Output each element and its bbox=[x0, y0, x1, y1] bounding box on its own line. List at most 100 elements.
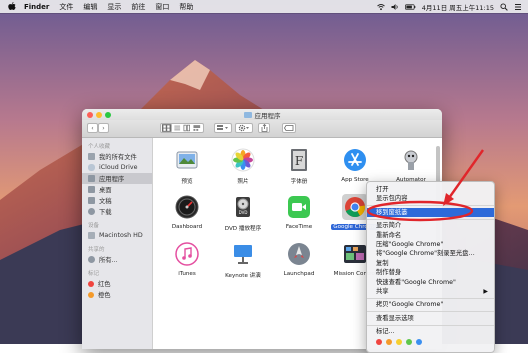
cloud-icon bbox=[88, 164, 95, 171]
dvd-player-icon: DVD bbox=[236, 197, 250, 217]
apple-menu-icon[interactable] bbox=[8, 2, 16, 11]
notification-center-icon[interactable] bbox=[514, 3, 522, 11]
chrome-icon bbox=[345, 197, 366, 218]
share-icon bbox=[261, 124, 267, 132]
applications-icon bbox=[88, 175, 95, 182]
action-dropdown[interactable] bbox=[235, 123, 253, 133]
all-files-icon bbox=[88, 153, 95, 160]
menu-bar: Finder 文件 编辑 显示 前往 窗口 帮助 4月11日 周五上午11:15 bbox=[0, 0, 528, 13]
menu-file[interactable]: 文件 bbox=[59, 2, 73, 12]
tag-color-orange[interactable] bbox=[386, 339, 392, 346]
sidebar-item-all-my-files[interactable]: 我的所有文件 bbox=[82, 151, 152, 162]
sidebar-item-tag-red[interactable]: 红色 bbox=[82, 278, 152, 289]
view-mode-segmented-control[interactable] bbox=[160, 123, 204, 133]
sidebar-item-label: 橙色 bbox=[98, 292, 111, 299]
app-label: 字体册 bbox=[290, 179, 308, 185]
tag-color-yellow[interactable] bbox=[396, 339, 402, 346]
app-item-font-book[interactable]: F 字体册 bbox=[271, 144, 327, 191]
back-button[interactable]: ‹ bbox=[87, 123, 98, 133]
spotlight-search-icon[interactable] bbox=[500, 2, 508, 11]
app-label: 预览 bbox=[181, 179, 193, 185]
window-title-text: 应用程序 bbox=[254, 112, 281, 120]
sidebar-item-tag-orange[interactable]: 橙色 bbox=[82, 289, 152, 300]
menu-help[interactable]: 帮助 bbox=[179, 2, 193, 12]
app-item-launchpad[interactable]: Launchpad bbox=[271, 238, 327, 285]
forward-button[interactable]: › bbox=[98, 123, 109, 133]
edit-tags-button[interactable] bbox=[282, 123, 296, 133]
sidebar-heading-shared: 共享的 bbox=[88, 247, 105, 253]
facetime-icon bbox=[288, 196, 310, 218]
tag-color-green[interactable] bbox=[406, 339, 412, 346]
menu-item-copy[interactable]: 拷贝"Google Chrome" bbox=[367, 300, 494, 309]
window-titlebar[interactable]: 应用程序 bbox=[82, 109, 442, 120]
mission-control-icon bbox=[344, 245, 366, 263]
sidebar-item-all-shared[interactable]: 所有... bbox=[82, 254, 152, 265]
sidebar-item-label: Macintosh HD bbox=[99, 232, 143, 239]
menu-separator bbox=[367, 205, 494, 207]
svg-text:DVD: DVD bbox=[239, 210, 248, 215]
menu-item-make-alias[interactable]: 制作替身 bbox=[367, 268, 494, 277]
tag-color-blue[interactable] bbox=[416, 339, 422, 346]
app-item-photos[interactable]: 照片 bbox=[215, 144, 271, 191]
launchpad-icon bbox=[288, 243, 310, 265]
app-item-itunes[interactable]: iTunes bbox=[159, 238, 215, 285]
menu-window[interactable]: 窗口 bbox=[155, 2, 169, 12]
photos-icon bbox=[231, 148, 255, 172]
app-item-dvd-player[interactable]: DVD DVD 播放程序 bbox=[215, 191, 271, 238]
app-item-dashboard[interactable]: Dashboard bbox=[159, 191, 215, 238]
arrange-dropdown[interactable] bbox=[214, 123, 232, 133]
wifi-icon[interactable] bbox=[376, 3, 385, 11]
menu-item-share[interactable]: 共享 ▶ bbox=[367, 287, 494, 296]
app-item-keynote[interactable]: Keynote 讲演 bbox=[215, 238, 271, 285]
menu-item-share-label: 共享 bbox=[376, 287, 389, 295]
menu-item-duplicate[interactable]: 复制 bbox=[367, 259, 494, 268]
svg-text:F: F bbox=[295, 154, 303, 168]
volume-icon[interactable] bbox=[391, 3, 399, 11]
preview-icon bbox=[176, 151, 198, 169]
sidebar-item-downloads[interactable]: 下载 bbox=[82, 206, 152, 217]
menu-item-quick-look[interactable]: 快速查看"Google Chrome" bbox=[367, 278, 494, 287]
menu-item-burn-to-disc[interactable]: 将"Google Chrome"刻录至光盘… bbox=[367, 249, 494, 258]
menu-item-show-package-contents[interactable]: 显示包内容 bbox=[367, 194, 494, 203]
sidebar-item-icloud-drive[interactable]: iCloud Drive bbox=[82, 162, 152, 173]
sidebar-item-label: 桌面 bbox=[99, 187, 112, 194]
automator-icon bbox=[404, 150, 418, 170]
share-button[interactable] bbox=[258, 123, 270, 133]
app-store-icon bbox=[344, 149, 366, 171]
status-area: 4月11日 周五上午11:15 bbox=[376, 0, 522, 13]
sidebar-item-documents[interactable]: 文稿 bbox=[82, 195, 152, 206]
menu-item-move-to-trash[interactable]: 移到废纸篓 bbox=[367, 207, 494, 218]
sidebar-item-applications[interactable]: 应用程序 bbox=[82, 173, 152, 184]
sidebar-item-label: iCloud Drive bbox=[99, 164, 138, 171]
keynote-icon bbox=[234, 245, 252, 264]
submenu-arrow-icon: ▶ bbox=[483, 287, 488, 295]
menu-item-show-view-options[interactable]: 查看显示选项 bbox=[367, 314, 494, 323]
menu-edit[interactable]: 编辑 bbox=[83, 2, 97, 12]
sidebar-item-macintosh-hd[interactable]: Macintosh HD bbox=[82, 230, 152, 241]
menubar-clock[interactable]: 4月11日 周五上午11:15 bbox=[422, 2, 494, 12]
arrange-icon bbox=[217, 124, 228, 130]
menu-item-tags[interactable]: 标记... bbox=[367, 327, 494, 336]
menu-item-rename[interactable]: 重新命名 bbox=[367, 231, 494, 240]
orange-tag-dot bbox=[88, 291, 94, 298]
menu-go[interactable]: 前往 bbox=[131, 2, 145, 12]
app-item-facetime[interactable]: FaceTime bbox=[271, 191, 327, 238]
menu-view[interactable]: 显示 bbox=[107, 2, 121, 12]
back-arrow: ‹ bbox=[91, 124, 94, 132]
menu-item-open[interactable]: 打开 bbox=[367, 185, 494, 194]
itunes-icon bbox=[175, 242, 199, 266]
sidebar-heading-favorites: 个人收藏 bbox=[88, 144, 111, 150]
sidebar-heading-tags: 标记 bbox=[88, 271, 100, 277]
menu-separator bbox=[367, 297, 494, 299]
sidebar-item-label: 我的所有文件 bbox=[99, 154, 137, 161]
menu-finder[interactable]: Finder bbox=[24, 3, 49, 11]
menu-item-get-info[interactable]: 显示简介 bbox=[367, 221, 494, 230]
app-label: Launchpad bbox=[283, 271, 315, 277]
menu-item-compress[interactable]: 压缩"Google Chrome" bbox=[367, 240, 494, 249]
sidebar-item-desktop[interactable]: 桌面 bbox=[82, 184, 152, 195]
app-label: DVD 播放程序 bbox=[224, 226, 262, 232]
battery-icon[interactable] bbox=[404, 3, 416, 11]
app-item-preview[interactable]: 预览 bbox=[159, 144, 215, 191]
tag-color-red[interactable] bbox=[376, 339, 382, 346]
window-title: 应用程序 bbox=[82, 110, 442, 120]
